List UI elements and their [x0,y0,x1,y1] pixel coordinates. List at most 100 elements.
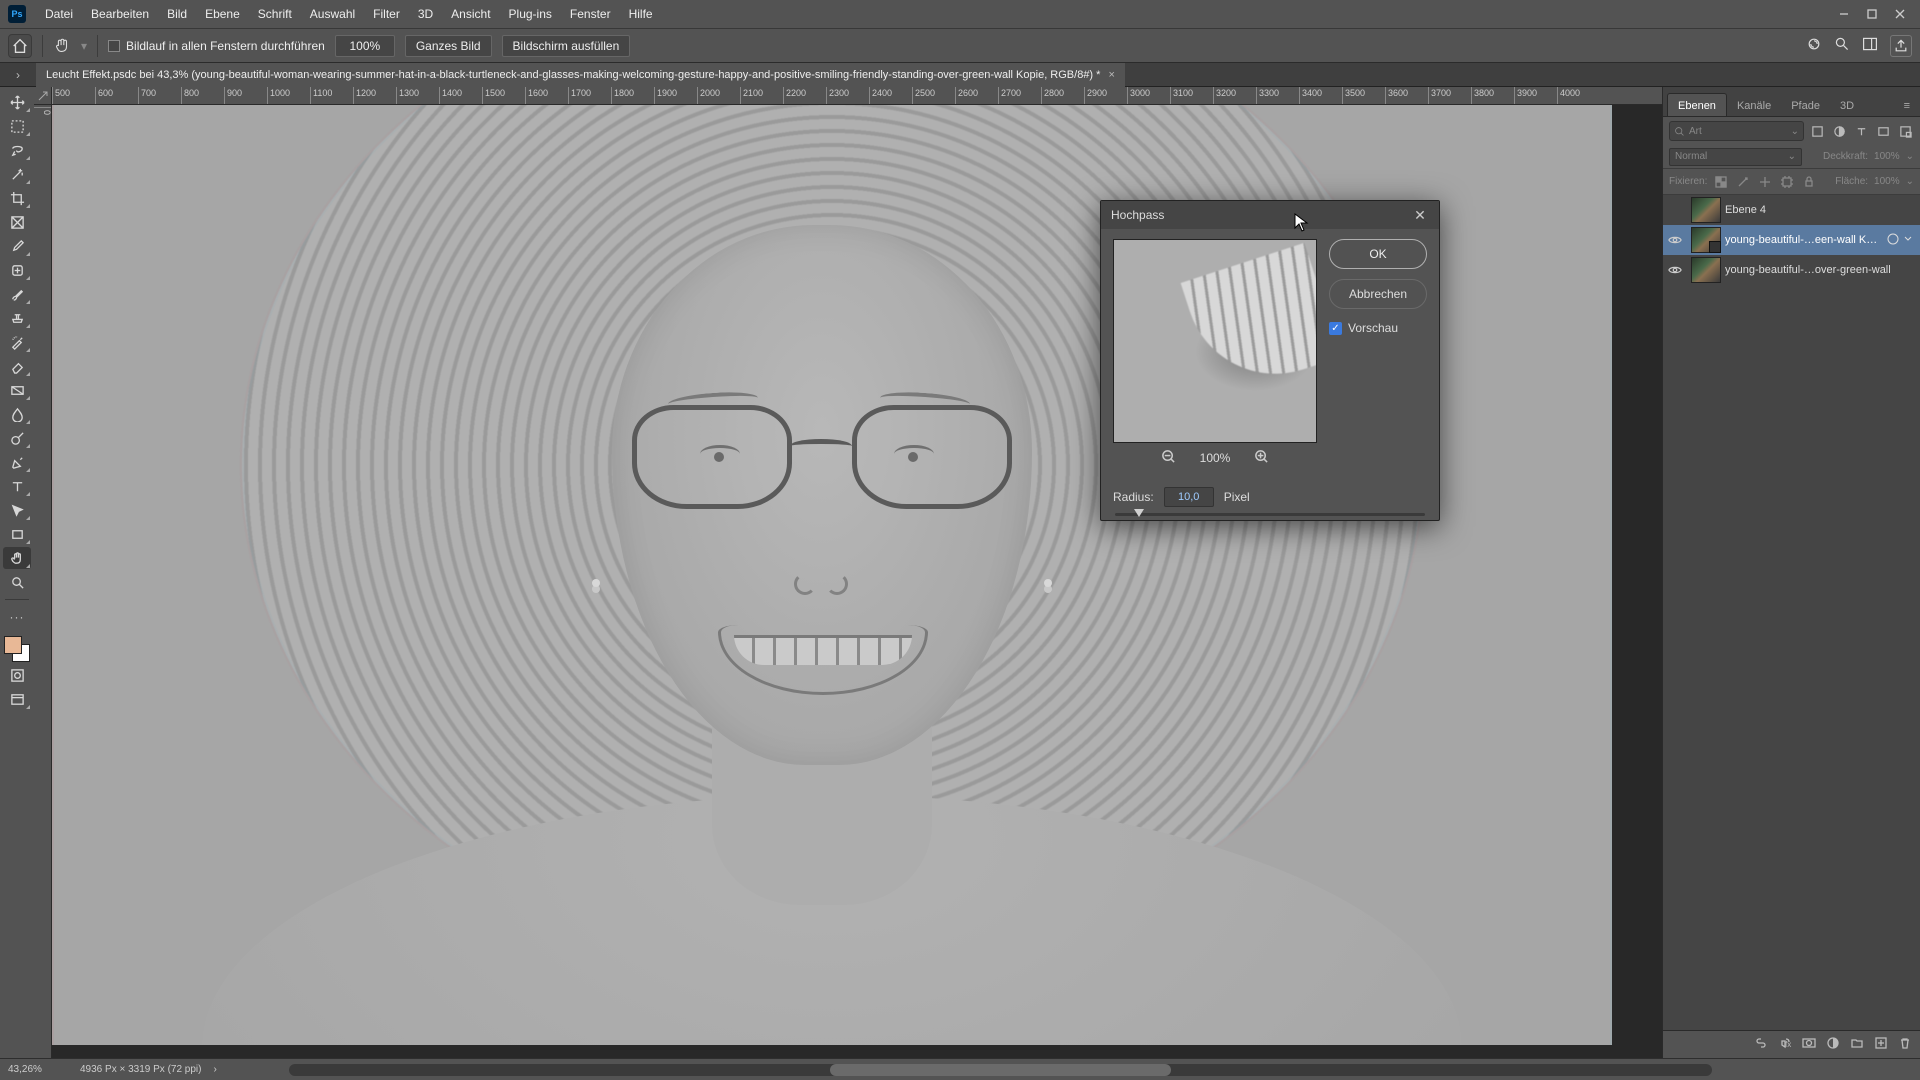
workspace-icon[interactable] [1862,36,1878,55]
zoom-out-button[interactable] [1161,449,1176,467]
clone-stamp-tool[interactable] [3,307,31,329]
frame-tool[interactable] [3,211,31,233]
home-button[interactable] [8,34,32,58]
chevron-down-icon[interactable] [1902,233,1914,248]
move-tool[interactable] [3,91,31,113]
menu-window[interactable]: Fenster [561,0,620,28]
layer-visibility-toggle[interactable] [1663,263,1687,277]
path-selection-tool[interactable] [3,499,31,521]
layer-row[interactable]: Ebene 4 [1663,195,1920,225]
menu-3d[interactable]: 3D [409,0,442,28]
share-button[interactable] [1890,35,1912,57]
cancel-button[interactable]: Abbrechen [1329,279,1427,309]
layer-row[interactable]: young-beautiful-…een-wall Kopie [1663,225,1920,255]
tab-list-button[interactable]: › [0,68,36,82]
filter-adjust-icon[interactable] [1830,122,1848,140]
screen-mode-toggle[interactable] [3,688,31,710]
magic-wand-tool[interactable] [3,163,31,185]
layer-thumbnail[interactable] [1691,257,1721,283]
layer-name[interactable]: Ebene 4 [1725,204,1914,216]
gradient-tool[interactable] [3,379,31,401]
status-zoom[interactable]: 43,26% [8,1064,68,1075]
menu-plugins[interactable]: Plug-ins [500,0,561,28]
new-layer-icon[interactable] [1874,1036,1888,1053]
layer-style-icon[interactable]: fx [1778,1036,1792,1053]
menu-help[interactable]: Hilfe [620,0,662,28]
fit-screen-button[interactable]: Ganzes Bild [405,35,492,57]
window-close-button[interactable] [1888,5,1912,23]
eyedropper-tool[interactable] [3,235,31,257]
window-maximize-button[interactable] [1860,5,1884,23]
filter-smart-icon[interactable] [1896,122,1914,140]
document-tab[interactable]: Leucht Effekt.psdc bei 43,3% (young-beau… [36,63,1125,87]
menu-file[interactable]: Datei [36,0,82,28]
dodge-tool[interactable] [3,427,31,449]
menu-image[interactable]: Bild [158,0,196,28]
smart-filter-toggle-icon[interactable] [1887,233,1899,248]
layer-visibility-toggle[interactable] [1663,233,1687,247]
close-icon[interactable]: × [1108,69,1114,81]
search-icon[interactable] [1834,36,1850,55]
filter-pixel-icon[interactable] [1808,122,1826,140]
color-swatches[interactable] [4,636,30,662]
eraser-tool[interactable] [3,355,31,377]
tab-3d[interactable]: 3D [1830,94,1864,116]
scroll-all-windows-checkbox[interactable]: Bildlauf in allen Fenstern durchführen [108,39,325,53]
brush-tool[interactable] [3,283,31,305]
fill-screen-button[interactable]: Bildschirm ausfüllen [502,35,631,57]
link-layers-icon[interactable] [1754,1036,1768,1053]
lock-move-icon[interactable] [1757,174,1773,190]
quick-mask-toggle[interactable] [3,664,31,686]
edit-toolbar-button[interactable]: ··· [3,606,31,628]
menu-filter[interactable]: Filter [364,0,409,28]
menu-select[interactable]: Auswahl [301,0,364,28]
status-info-chevron[interactable]: › [213,1064,216,1075]
history-brush-tool[interactable] [3,331,31,353]
lock-all-icon[interactable] [1801,174,1817,190]
lock-pixels-icon[interactable] [1713,174,1729,190]
zoom-in-button[interactable] [1254,449,1269,467]
window-minimize-button[interactable] [1832,5,1856,23]
ruler-origin[interactable] [34,87,52,105]
filter-shape-icon[interactable] [1874,122,1892,140]
dialog-preview[interactable] [1113,239,1317,443]
menu-layer[interactable]: Ebene [196,0,249,28]
zoom-tool[interactable] [3,571,31,593]
layer-row[interactable]: young-beautiful-…over-green-wall [1663,255,1920,285]
layer-thumbnail[interactable] [1691,227,1721,253]
menu-view[interactable]: Ansicht [442,0,499,28]
radius-slider[interactable] [1101,507,1439,520]
healing-brush-tool[interactable] [3,259,31,281]
layer-name[interactable]: young-beautiful-…een-wall Kopie [1725,234,1883,246]
vertical-ruler[interactable]: 0 [34,105,52,1058]
foreground-color-swatch[interactable] [4,636,22,654]
type-tool[interactable] [3,475,31,497]
layer-group-icon[interactable] [1850,1036,1864,1053]
zoom-level-field[interactable]: 100% [335,35,395,57]
marquee-tool[interactable] [3,115,31,137]
opacity-value[interactable]: 100% [1874,151,1900,162]
radius-input[interactable]: 10,0 [1164,487,1214,507]
delete-layer-icon[interactable] [1898,1036,1912,1053]
fill-value[interactable]: 100% [1874,176,1900,187]
layer-thumbnail[interactable] [1691,197,1721,223]
panel-menu-button[interactable]: ≡ [1894,94,1920,116]
adjustment-layer-icon[interactable] [1826,1036,1840,1053]
layer-mask-icon[interactable] [1802,1036,1816,1053]
hand-tool[interactable] [3,547,31,569]
dialog-close-button[interactable]: ✕ [1411,206,1429,224]
tab-layers[interactable]: Ebenen [1667,93,1727,116]
horizontal-scrollbar[interactable] [289,1064,1712,1076]
blur-tool[interactable] [3,403,31,425]
menu-edit[interactable]: Bearbeiten [82,0,158,28]
blend-mode-select[interactable]: Normal⌄ [1669,148,1802,166]
pen-tool[interactable] [3,451,31,473]
layer-filter-search[interactable]: Art ⌄ [1669,121,1804,141]
dialog-titlebar[interactable]: Hochpass ✕ [1101,201,1439,229]
menu-type[interactable]: Schrift [249,0,301,28]
tab-channels[interactable]: Kanäle [1727,94,1781,116]
ok-button[interactable]: OK [1329,239,1427,269]
lock-position-icon[interactable] [1735,174,1751,190]
horizontal-ruler[interactable]: 5006007008009001000110012001300140015001… [52,87,1662,105]
lock-artboard-icon[interactable] [1779,174,1795,190]
